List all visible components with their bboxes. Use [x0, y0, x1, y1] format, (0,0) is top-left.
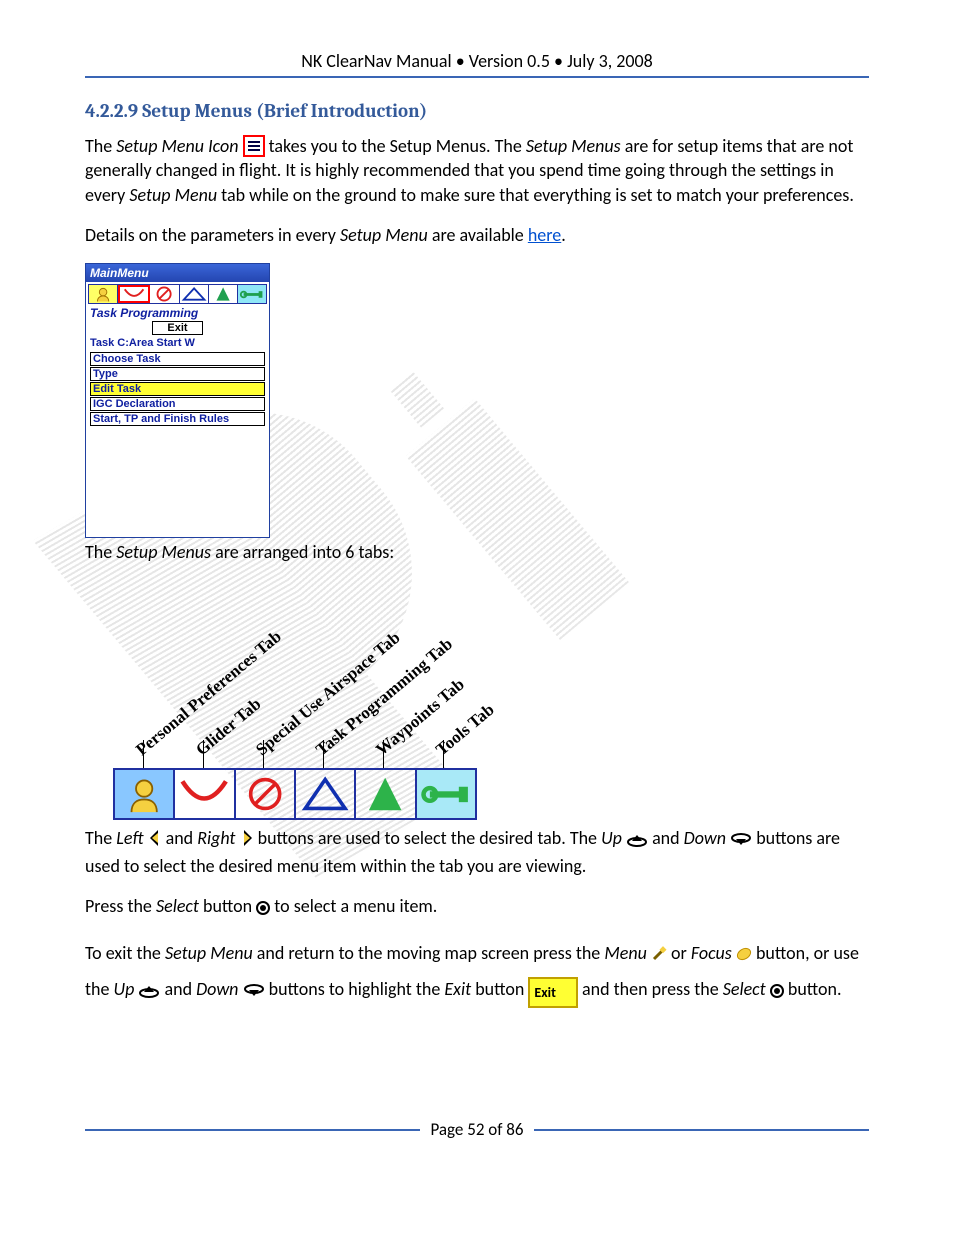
text-italic: Select: [156, 895, 199, 917]
text-italic: Setup Menus: [526, 135, 621, 157]
right-button-icon: [240, 829, 254, 853]
after-panel-line: The Setup Menus are arranged into 6 tabs…: [85, 540, 869, 564]
bigtab-tools[interactable]: [417, 770, 475, 818]
page-header: NK ClearNav Manual • Version 0.5 • July …: [85, 50, 869, 72]
nav-paragraph: The Left and Right buttons are used to s…: [85, 826, 869, 878]
text: and: [166, 827, 198, 849]
tab-personal-icon[interactable]: [89, 285, 118, 303]
focus-button-icon: [736, 940, 752, 972]
text: buttons to highlight the: [269, 978, 445, 1000]
tab-glider-icon[interactable]: [118, 285, 150, 303]
menu-exit-button[interactable]: Exit: [152, 321, 202, 335]
menu-item[interactable]: IGC Declaration: [90, 397, 265, 411]
setup-menu-icon: [243, 135, 265, 157]
text: button: [199, 895, 256, 917]
text-italic: Up: [114, 978, 135, 1000]
mainmenu-tabstrip: [88, 284, 267, 304]
text: The: [85, 135, 116, 157]
menu-button-icon: [651, 940, 667, 972]
text-italic: Up: [601, 827, 622, 849]
tab-airspace-icon[interactable]: [150, 285, 179, 303]
bigtab-glider[interactable]: [175, 770, 235, 818]
text-italic: Right: [197, 827, 235, 849]
text-italic: Focus: [691, 942, 732, 964]
text: to select a menu item.: [274, 895, 437, 917]
text: Press the: [85, 895, 156, 917]
text: are arranged into 6 tabs:: [211, 541, 394, 563]
text: and: [652, 827, 684, 849]
menu-item[interactable]: Edit Task: [90, 382, 265, 396]
text: and: [164, 978, 196, 1000]
exit-paragraph: To exit the Setup Menu and return to the…: [85, 937, 869, 1008]
bigtab-airspace[interactable]: [236, 770, 296, 818]
text: button: [471, 978, 528, 1000]
page-footer: Page 52 of 86: [85, 1119, 869, 1140]
tab-task-icon[interactable]: [180, 285, 209, 303]
text-italic: Left: [116, 827, 143, 849]
bigtab-waypoints[interactable]: [356, 770, 416, 818]
menu-item[interactable]: Choose Task: [90, 352, 265, 366]
text: To exit the: [85, 942, 165, 964]
tab-tools-icon[interactable]: [238, 285, 266, 303]
text: The: [85, 827, 116, 849]
text: tab while on the ground to make sure tha…: [217, 184, 854, 206]
down-button-icon: [730, 829, 752, 853]
text-italic: Setup Menu: [129, 184, 217, 206]
mainmenu-panel: MainMenu Task Programming Exit Task C:Ar…: [85, 263, 270, 538]
text-italic: Setup Menu Icon: [116, 135, 238, 157]
text: .: [561, 224, 566, 246]
exit-inline-button[interactable]: Exit: [528, 977, 578, 1008]
text: or: [671, 942, 691, 964]
tab-waypoints-icon[interactable]: [209, 285, 238, 303]
text-italic: Down: [196, 978, 238, 1000]
text: are available: [428, 224, 528, 246]
mainmenu-titlebar: MainMenu: [86, 264, 269, 282]
section-heading: 4.2.2.9 Setup Menus (Brief Introduction): [85, 100, 869, 122]
text: The: [85, 541, 116, 563]
text-italic: Setup Menu: [165, 942, 253, 964]
bigtab-task[interactable]: [296, 770, 356, 818]
text: buttons are used to select the desired t…: [258, 827, 601, 849]
footer-page-number: Page 52 of 86: [430, 1119, 523, 1140]
text: button.: [788, 978, 842, 1000]
menu-item[interactable]: Start, TP and Finish Rules: [90, 412, 265, 426]
tabstrip-diagram: Personal Preferences TabGlider TabSpecia…: [113, 580, 483, 820]
text: and return to the moving map screen pres…: [253, 942, 605, 964]
text-italic: Setup Menus: [116, 541, 211, 563]
footer-rule-left: [85, 1129, 420, 1131]
up-button-icon: [626, 829, 648, 853]
menu-items-list: Choose TaskTypeEdit TaskIGC DeclarationS…: [86, 352, 269, 426]
select-paragraph: Press the Select button to select a menu…: [85, 894, 869, 921]
here-link[interactable]: here: [528, 224, 561, 246]
header-rule: [85, 76, 869, 78]
text-italic: Setup Menu: [340, 224, 428, 246]
big-tabstrip: [113, 768, 477, 820]
select-button-icon-2: [770, 976, 784, 1008]
menu-exit-row: Exit: [86, 320, 269, 337]
text: and then press the: [582, 978, 723, 1000]
menu-item[interactable]: Type: [90, 367, 265, 381]
left-button-icon: [148, 829, 162, 853]
intro-paragraph-2: Details on the parameters in every Setup…: [85, 223, 869, 247]
text: takes you to the Setup Menus. The: [269, 135, 526, 157]
bigtab-personal[interactable]: [115, 770, 175, 818]
menu-task-line: Task C:Area Start W: [86, 337, 269, 351]
text: Details on the parameters in every: [85, 224, 340, 246]
text-italic: Menu: [604, 942, 647, 964]
text-italic: Down: [684, 827, 726, 849]
intro-paragraph-1: The Setup Menu Icon takes you to the Set…: [85, 134, 869, 207]
down-button-icon-2: [243, 976, 265, 1008]
select-button-icon: [256, 897, 270, 921]
text-italic: Exit: [444, 978, 471, 1000]
text-italic: Select: [723, 978, 766, 1000]
up-button-icon-2: [138, 976, 160, 1008]
footer-rule-right: [534, 1129, 869, 1131]
menu-section-title: Task Programming: [86, 306, 269, 320]
